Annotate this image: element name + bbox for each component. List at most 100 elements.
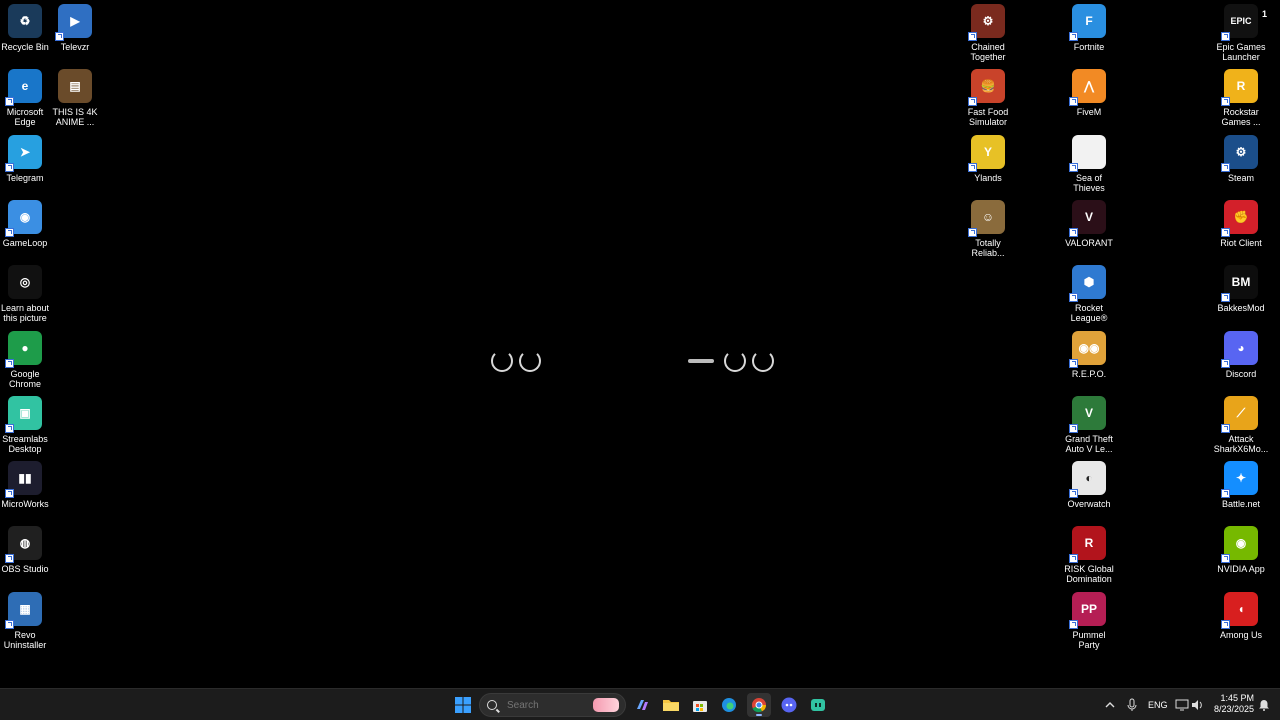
desktop-icon-chained-together[interactable]: ⚙ Chained Together — [951, 4, 1025, 62]
discord-icon: ◕ — [1221, 330, 1258, 368]
desktop-icon-telegram[interactable]: ➤ Telegram — [0, 134, 62, 183]
spinner-ring — [491, 350, 513, 372]
search-input[interactable] — [505, 698, 589, 712]
shortcut-arrow-icon — [1069, 162, 1078, 172]
desktop-icon-ylands[interactable]: Y Ylands — [951, 134, 1025, 183]
search-icon — [487, 700, 497, 710]
shortcut-arrow-icon — [968, 97, 977, 107]
notification-center-button[interactable] — [1252, 693, 1276, 717]
sea-of-thieves-icon — [1069, 134, 1106, 172]
desktop-icon-rocket-league[interactable]: ⬢ Rocket League® — [1052, 265, 1126, 323]
desktop-icon-chrome[interactable]: ● Google Chrome — [0, 330, 62, 389]
desktop-icon-battlenet[interactable]: ✦ Battle.net — [1204, 461, 1278, 509]
desktop-icon-label: Among Us — [1219, 629, 1263, 640]
desktop-icon-valorant[interactable]: V VALORANT — [1052, 199, 1126, 248]
desktop-icon-label: Fast Food Simulator — [967, 107, 1009, 128]
desktop-icon-sea-of-thieves[interactable]: Sea of Thieves — [1052, 134, 1126, 193]
shortcut-arrow-icon — [5, 554, 14, 564]
start-button[interactable] — [451, 693, 475, 717]
obs-icon: ◍ — [5, 526, 42, 564]
shortcut-arrow-icon — [5, 358, 14, 368]
desktop-icon-risk[interactable]: R RISK Global Domination — [1052, 526, 1126, 584]
icon-glyph: ✦ — [1235, 471, 1247, 486]
icon-glyph: ☺ — [981, 209, 995, 224]
icon-glyph: ▤ — [69, 79, 81, 94]
desktop-icon-microworks[interactable]: ▮▮ MicroWorks — [0, 461, 62, 509]
desktop-icon-attack-shark[interactable]: ⟋ Attack SharkX6Mo... — [1204, 395, 1278, 454]
streamlabs-taskbar-button[interactable] — [806, 693, 830, 717]
input-language-indicator[interactable]: ENG — [1148, 700, 1168, 710]
desktop-icon-bakkesmod[interactable]: BM BakkesMod — [1204, 265, 1278, 313]
nvidia-app-icon: ◉ — [1221, 526, 1258, 564]
desktop-icon-nvidia-app[interactable]: ◉ NVIDIA App — [1204, 526, 1278, 574]
desktop-icon-among-us[interactable]: ◖ Among Us — [1204, 591, 1278, 640]
clock[interactable]: 1:45 PM 8/23/2025 — [1210, 693, 1254, 714]
desktop-icon-rockstar[interactable]: R Rockstar Games ... — [1204, 69, 1278, 127]
store-button[interactable] — [688, 693, 712, 717]
folder-icon — [663, 700, 679, 711]
desktop-icon-obs[interactable]: ◍ OBS Studio — [0, 526, 62, 574]
desktop-icon-video-file[interactable]: ▤ THIS IS 4K ANIME ... — [38, 69, 112, 127]
shortcut-arrow-icon — [1221, 489, 1230, 499]
desktop-icon-totally-reliable[interactable]: ☺ Totally Reliab... — [951, 199, 1025, 258]
desktop-icon-fortnite[interactable]: F Fortnite — [1052, 4, 1126, 52]
edge-taskbar-button[interactable] — [717, 693, 741, 717]
show-hidden-icons-button[interactable] — [1098, 693, 1122, 717]
desktop-icon-gta-v[interactable]: V Grand Theft Auto V Le... — [1052, 395, 1126, 454]
shortcut-arrow-icon — [5, 423, 14, 433]
shortcut-arrow-icon — [5, 619, 14, 629]
microphone-button[interactable] — [1120, 693, 1144, 717]
discord-icon — [781, 697, 797, 713]
desktop-icon-gameloop[interactable]: ◉ GameLoop — [0, 199, 62, 248]
icon-glyph: EPIC — [1230, 15, 1252, 26]
desktop-icon-fast-food-simulator[interactable]: 🍔 Fast Food Simulator — [951, 69, 1025, 127]
desktop-icon-fivem[interactable]: ⋀ FiveM — [1052, 69, 1126, 117]
desktop-icon-discord[interactable]: ◕ Discord — [1204, 330, 1278, 379]
chrome-taskbar-button[interactable] — [747, 693, 771, 717]
desktop-icon-label: Google Chrome — [8, 368, 41, 389]
discord-taskbar-button[interactable] — [777, 693, 801, 717]
copilot-button[interactable] — [630, 693, 654, 717]
shortcut-arrow-icon — [5, 227, 14, 237]
repo-icon: ◉◉ — [1069, 330, 1106, 368]
streamlabs-icon — [811, 699, 825, 711]
icon-glyph: ✊ — [1233, 209, 1249, 224]
icon-glyph: ⚙ — [982, 14, 994, 28]
icon-glyph: ◍ — [19, 536, 31, 551]
desktop-icon-televzr[interactable]: ▶ Televzr — [38, 4, 112, 52]
volume-button[interactable] — [1186, 693, 1210, 717]
shortcut-arrow-icon — [1069, 227, 1078, 237]
desktop-icon-pummel-party[interactable]: PP Pummel Party — [1052, 591, 1126, 650]
desktop: ♻ Recycle Bin ▶ Televzr e Microsoft Edge ▤ THIS… — [0, 0, 1280, 688]
taskbar-search[interactable] — [479, 693, 626, 717]
desktop-icon-learn-picture[interactable]: ◎ Learn about this picture — [0, 265, 62, 323]
desktop-icon-label: RISK Global Domination — [1064, 564, 1114, 585]
search-highlight-image — [593, 698, 619, 712]
icon-glyph: ⚙ — [1235, 144, 1247, 159]
desktop-icon-label: Battle.net — [1221, 499, 1261, 510]
televzr-icon: ▶ — [55, 4, 92, 41]
shortcut-arrow-icon — [5, 162, 14, 172]
pummel-party-icon: PP — [1069, 591, 1106, 629]
icon-glyph: V — [1084, 405, 1093, 420]
shortcut-arrow-icon — [1221, 554, 1230, 564]
desktop-icon-label: Fortnite — [1073, 42, 1105, 52]
desktop-icon-label: FiveM — [1076, 107, 1102, 118]
clock-time: 1:45 PM — [1220, 693, 1254, 703]
file-explorer-button[interactable] — [659, 693, 683, 717]
icon-glyph: ◖ — [1237, 601, 1245, 616]
battlenet-icon: ✦ — [1221, 461, 1258, 499]
shortcut-arrow-icon — [968, 227, 977, 237]
desktop-icon-streamlabs[interactable]: ▣ Streamlabs Desktop — [0, 395, 62, 454]
desktop-icon-overwatch[interactable]: ◐ Overwatch — [1052, 461, 1126, 509]
desktop-icon-label: Pummel Party — [1072, 629, 1106, 650]
shortcut-arrow-icon — [1069, 358, 1078, 368]
notification-count-badge: 1 — [1262, 9, 1268, 19]
desktop-icon-repo[interactable]: ◉◉ R.E.P.O. — [1052, 330, 1126, 379]
totally-reliable-icon: ☺ — [968, 199, 1005, 237]
desktop-icon-label: VALORANT — [1065, 237, 1113, 248]
desktop-icon-label: Discord — [1225, 368, 1257, 379]
desktop-icon-steam[interactable]: ⚙ Steam — [1204, 134, 1278, 183]
desktop-icon-riot-client[interactable]: ✊ Riot Client — [1204, 199, 1278, 248]
desktop-icon-revo-uninstaller[interactable]: ▦ Revo Uninstaller — [0, 591, 62, 650]
